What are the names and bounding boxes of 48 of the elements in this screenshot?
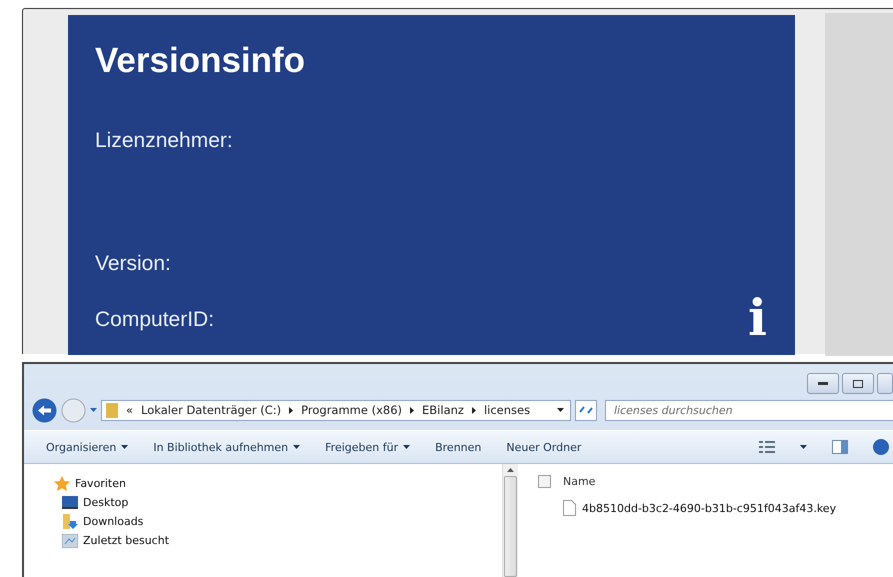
breadcrumb-item[interactable]: licenses [484, 403, 530, 417]
file-item[interactable]: 4b8510dd-b3c2-4690-b31b-c951f043af43.key [563, 500, 893, 516]
close-button[interactable] [877, 373, 893, 394]
file-icon [563, 500, 576, 516]
nav-item[interactable]: Zuletzt besucht [54, 531, 502, 550]
minimize-icon [818, 382, 828, 386]
column-header[interactable]: Name [563, 474, 596, 488]
refresh-button[interactable] [575, 400, 597, 420]
preview-pane-icon[interactable] [832, 440, 848, 454]
caret-icon [403, 445, 410, 449]
caret-icon [90, 408, 97, 412]
caret-icon [293, 445, 300, 449]
select-all-checkbox[interactable] [538, 474, 551, 488]
toolbar-button[interactable]: Neuer Ordner [506, 440, 582, 454]
minimize-button[interactable] [807, 373, 839, 394]
scrollbar[interactable] [502, 464, 518, 577]
nav-item[interactable]: Desktop [54, 493, 502, 512]
chevron-icon [472, 406, 476, 414]
recent-places-icon [62, 534, 78, 548]
view-options-icon[interactable] [759, 441, 775, 453]
toolbar-button[interactable]: In Bibliothek aufnehmen [153, 440, 300, 454]
nav-item[interactable]: Downloads [54, 512, 502, 531]
field-label: ComputerID: [95, 308, 214, 332]
breadcrumb-item[interactable]: Programme (x86) [301, 403, 402, 417]
info-glyph: i [748, 293, 767, 343]
nav-item[interactable]: Favoriten [54, 474, 502, 493]
toolbar-button[interactable]: Freigeben für [325, 440, 410, 454]
caret-icon [800, 445, 807, 449]
chevron-icon [289, 406, 294, 414]
toolbar-button[interactable]: Organisieren [46, 440, 128, 454]
breadcrumb-item[interactable]: EBilanz [422, 403, 464, 417]
caret-icon [121, 445, 128, 449]
star-icon [54, 476, 70, 491]
breadcrumb-item[interactable]: Lokaler Datenträger (C:) [141, 403, 282, 417]
scroll-up-icon[interactable] [507, 468, 514, 472]
download-folder-icon [62, 514, 78, 529]
toolbar-button[interactable]: Brennen [435, 440, 482, 454]
search-field[interactable]: licenses durchsuchen [605, 400, 893, 420]
address-bar[interactable]: « Lokaler Datenträger (C:) Programme (x86) EBilanz licenses [101, 400, 571, 420]
chevron-icon [410, 406, 414, 414]
field-label: Lizenznehmer: [95, 129, 233, 153]
back-icon[interactable] [32, 398, 57, 422]
dialog-title: Versionsinfo [95, 41, 306, 81]
desktop-icon [62, 496, 78, 509]
field-label: Version: [95, 252, 171, 276]
maximize-button[interactable] [842, 373, 874, 394]
caret-icon [557, 408, 564, 412]
maximize-icon [853, 380, 863, 388]
